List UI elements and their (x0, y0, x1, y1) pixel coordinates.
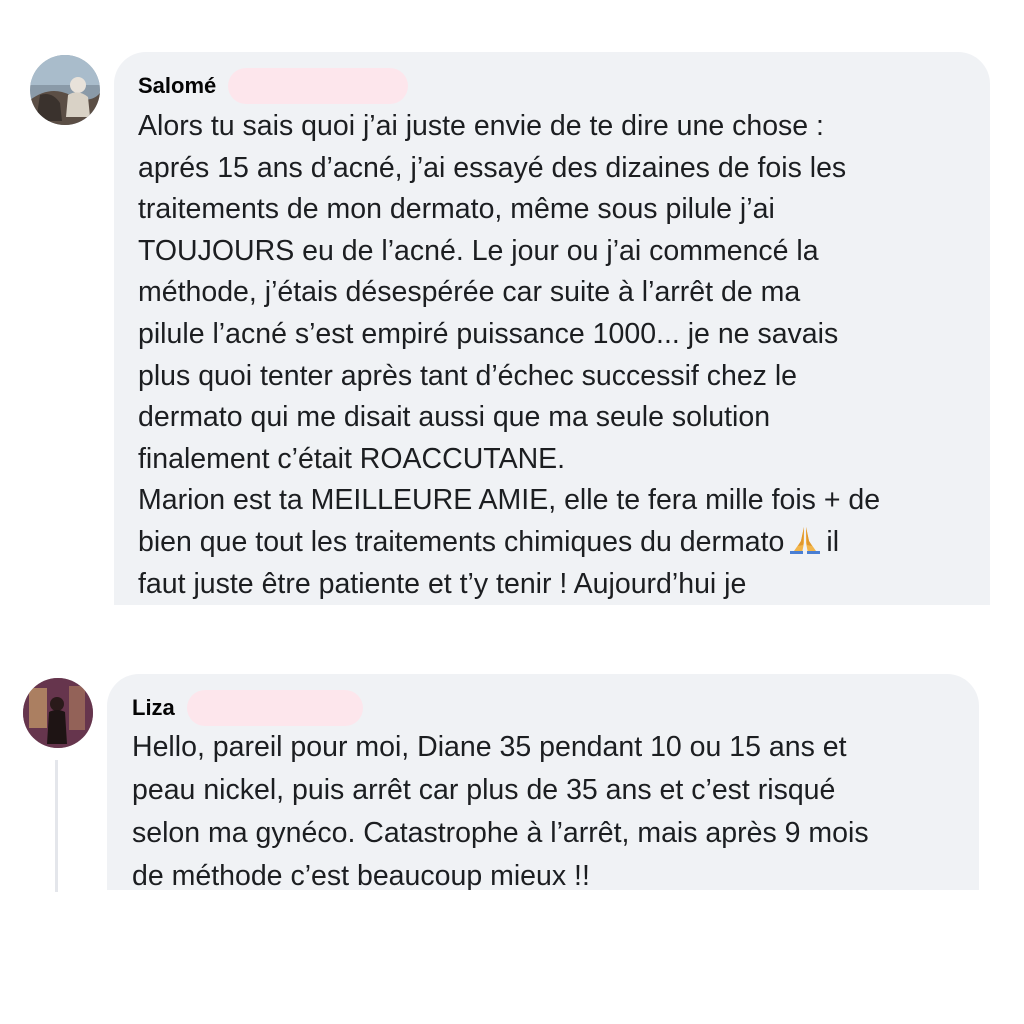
comment-line: Marion est ta MEILLEURE AMIE, elle te fe… (138, 484, 881, 517)
thread-line (55, 760, 58, 892)
comment-line-part: bien que tout les traitements chimiques … (138, 525, 785, 558)
comment-line-with-emoji: bien que tout les traitements chimiques … (138, 522, 880, 564)
author-name[interactable]: Salomé (138, 73, 216, 99)
comment-salome: Salomé Alors tu sais quoi j’ai juste env… (0, 0, 1024, 620)
comment-line: finalement c’était ROACCUTANE. (138, 442, 566, 475)
redacted-surname (186, 690, 363, 726)
comment-line: peau nickel, puis arrêt car plus de 35 a… (132, 774, 836, 806)
author-row: Liza (132, 690, 363, 726)
user-photo-avatar-icon (30, 55, 100, 125)
comment-line: dermato qui me disait aussi que ma seule… (138, 401, 771, 434)
comment-line: traitements de mon dermato, même sous pi… (138, 193, 775, 226)
author-row: Salomé (138, 68, 409, 104)
comment-line: méthode, j’étais désespérée car suite à … (138, 276, 801, 309)
comment-text: Alors tu sais quoi j’ai juste envie de t… (138, 106, 880, 605)
comment-line: pilule l’acné s’est empiré puissance 100… (138, 317, 839, 350)
comment-line: Hello, pareil pour moi, Diane 35 pendant… (132, 731, 847, 763)
comment-line: TOUJOURS eu de l’acné. Le jour ou j’ai c… (138, 234, 819, 267)
comment-line-part: il (826, 525, 840, 558)
comments-page: Salomé Alors tu sais quoi j’ai juste env… (0, 0, 1024, 1024)
comment-line: plus quoi tenter après tant d’échec succ… (138, 359, 798, 392)
avatar[interactable] (23, 678, 93, 748)
praying-hands-emoji-icon (788, 525, 822, 555)
comment-bubble: Liza Hello, pareil pour moi, Diane 35 pe… (107, 674, 979, 890)
comment-text: Hello, pareil pour moi, Diane 35 pendant… (132, 726, 869, 890)
comment-line: de méthode c’est beaucoup mieux !! (132, 860, 590, 890)
comment-line: aprés 15 ans d’acné, j’ai essayé des diz… (138, 151, 847, 184)
user-photo-avatar-icon (23, 678, 93, 748)
comment-liza: Liza Hello, pareil pour moi, Diane 35 pe… (0, 660, 1024, 900)
author-name[interactable]: Liza (132, 695, 175, 721)
redacted-surname (228, 68, 409, 104)
comment-bubble: Salomé Alors tu sais quoi j’ai juste env… (114, 52, 990, 605)
comment-line: faut juste être patiente et t’y tenir ! … (138, 567, 747, 600)
comment-line: selon ma gynéco. Catastrophe à l’arrêt, … (132, 817, 869, 849)
avatar[interactable] (30, 55, 100, 125)
comment-line: Alors tu sais quoi j’ai juste envie de t… (138, 110, 824, 142)
